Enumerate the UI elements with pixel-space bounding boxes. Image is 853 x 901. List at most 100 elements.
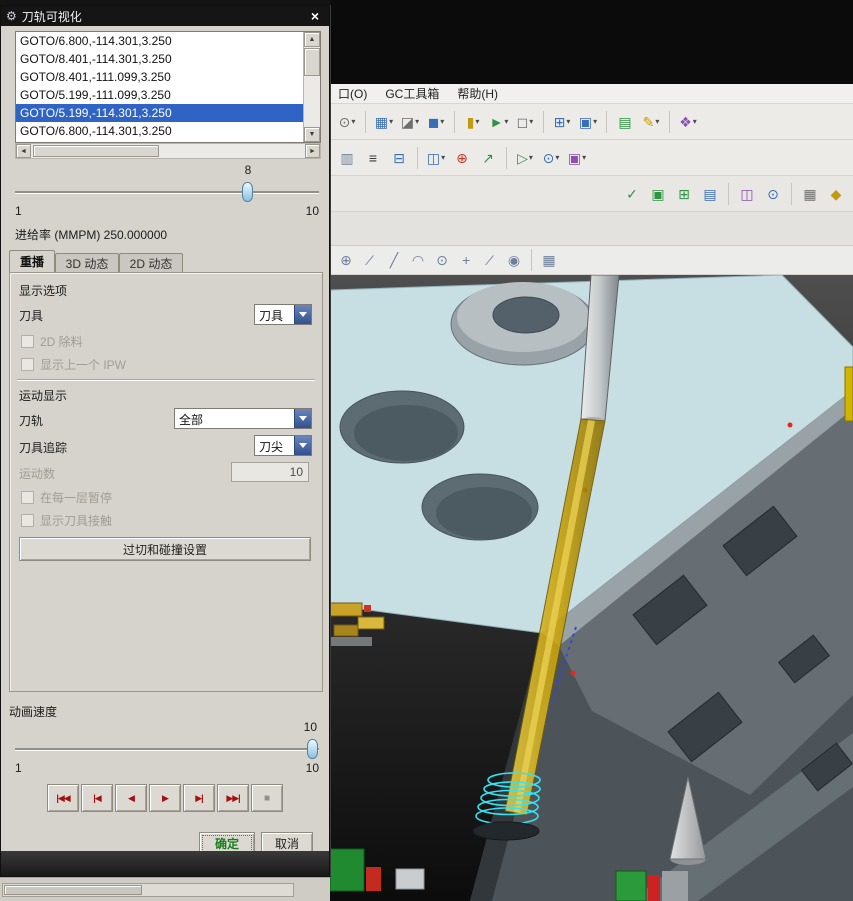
scrollbar-thumb[interactable]: [33, 145, 159, 157]
horizontal-scrollbar[interactable]: [2, 883, 294, 897]
tool-label: 刀具: [19, 309, 44, 323]
scroll-left-icon[interactable]: ◄: [16, 144, 31, 158]
play-backward-button[interactable]: ◀: [115, 784, 147, 812]
goto-list[interactable]: GOTO/6.800,-114.301,3.250 GOTO/8.401,-11…: [15, 31, 321, 143]
diagonal-icon[interactable]: ∕: [479, 249, 501, 271]
list-view-icon[interactable]: ≡: [361, 146, 385, 170]
vector-arrow-icon[interactable]: ► ▾: [487, 110, 511, 134]
close-icon[interactable]: ×: [306, 8, 324, 24]
menu-gc-toolbox[interactable]: GC工具箱: [385, 85, 439, 102]
progress-min-label: 1: [15, 204, 22, 218]
scroll-right-icon[interactable]: ►: [305, 144, 320, 158]
step-forward-button[interactable]: ▶|: [183, 784, 215, 812]
tab-3d-dynamic[interactable]: 3D 动态: [55, 253, 119, 272]
plus-icon[interactable]: +: [455, 249, 477, 271]
list-item[interactable]: GOTO/8.401,-114.301,3.250: [16, 50, 303, 68]
tab-2d-dynamic[interactable]: 2D 动态: [119, 253, 183, 272]
point-snap-icon[interactable]: ⊕: [335, 249, 357, 271]
tab-replay[interactable]: 重播: [9, 250, 55, 272]
frame-icon[interactable]: ▣ ▾: [565, 146, 589, 170]
menu-help[interactable]: 帮助(H): [457, 85, 498, 102]
toolpath-dropdown[interactable]: 全部: [174, 408, 312, 429]
slider-thumb[interactable]: [242, 182, 253, 202]
list-item-selected[interactable]: GOTO/5.199,-114.301,3.250: [16, 104, 303, 122]
chevron-down-icon[interactable]: [294, 305, 311, 324]
split-window-icon[interactable]: ◫ ▾: [424, 146, 448, 170]
progress-max-label: 10: [305, 204, 319, 218]
3d-viewport[interactable]: [329, 274, 853, 901]
list-item[interactable]: GOTO/6.800,-114.301,3.250: [16, 122, 303, 140]
pane-icon[interactable]: ◫: [735, 182, 759, 206]
slanted-line-icon[interactable]: ╱: [383, 249, 405, 271]
annotation-icon[interactable]: ✎ ▾: [639, 110, 663, 134]
menu-window[interactable]: 口(O): [338, 85, 367, 102]
animation-speed-slider[interactable]: [15, 739, 319, 759]
gem-icon[interactable]: ◆: [824, 182, 848, 206]
wcs-icon[interactable]: ❖ ▾: [676, 110, 700, 134]
toolbar-separator: [365, 110, 366, 133]
target-circle-icon[interactable]: ⊙ ▾: [539, 146, 563, 170]
progress-slider[interactable]: [15, 182, 319, 202]
line-icon[interactable]: ∕: [359, 249, 381, 271]
animation-speed-title: 动画速度: [9, 705, 58, 719]
stop-button[interactable]: ■: [251, 784, 283, 812]
datum-plane-icon[interactable]: ▮ ▾: [461, 110, 485, 134]
slider-track[interactable]: [15, 191, 319, 194]
scroll-down-icon[interactable]: ▼: [304, 127, 320, 142]
circle-point-icon[interactable]: ⊙: [431, 249, 453, 271]
table-icon[interactable]: ▤: [613, 110, 637, 134]
pattern-icon[interactable]: ▣ ▾: [576, 110, 600, 134]
list-vertical-scrollbar[interactable]: ▲ ▼: [303, 32, 320, 142]
gouge-collision-settings-button[interactable]: 过切和碰撞设置: [19, 537, 311, 561]
skip-to-start-button[interactable]: |◀◀: [47, 784, 79, 812]
tool-trace-dropdown[interactable]: 刀尖: [254, 435, 312, 456]
grid-icon[interactable]: ▦: [798, 182, 822, 206]
slider-track[interactable]: [15, 748, 319, 751]
list-horizontal-scrollbar[interactable]: ◄ ►: [15, 143, 321, 159]
toolpath-label: 刀轨: [19, 414, 44, 428]
probe-icon[interactable]: ⊙: [761, 182, 785, 206]
bottom-scroll-strip: [0, 877, 330, 901]
move-object-icon[interactable]: ⊞ ▾: [550, 110, 574, 134]
trend-arrow-icon[interactable]: ↗: [476, 146, 500, 170]
step-to-start-button[interactable]: |◀: [81, 784, 113, 812]
section-icon[interactable]: ⊟: [387, 146, 411, 170]
dialog-titlebar[interactable]: ⚙ 刀轨可视化 ×: [1, 6, 329, 26]
concentric-circle-icon[interactable]: ◉: [503, 249, 525, 271]
play-forward-button[interactable]: ▶: [149, 784, 181, 812]
list-item[interactable]: GOTO/5.199,-111.099,3.250: [16, 86, 303, 104]
toolbar-separator: [791, 182, 792, 205]
display-options-title: 显示选项: [19, 284, 68, 298]
scroll-up-icon[interactable]: ▲: [304, 32, 320, 47]
chevron-down-icon[interactable]: [294, 436, 311, 455]
erase-icon[interactable]: ◪ ▾: [398, 110, 422, 134]
cascade-view-icon[interactable]: ▥: [335, 146, 359, 170]
chevron-down-icon[interactable]: [294, 409, 311, 428]
add-block-icon[interactable]: ⊞: [672, 182, 696, 206]
toolpath-value: 全部: [179, 413, 204, 427]
workpiece-icon[interactable]: ▣: [646, 182, 670, 206]
list-item[interactable]: GOTO/6.800,-114.301,3.250: [16, 32, 303, 50]
snap-grid-icon[interactable]: ▦ ▾: [372, 110, 396, 134]
skip-to-end-icon: ▶▶|: [226, 792, 240, 803]
verify-check-icon[interactable]: ✓: [620, 182, 644, 206]
sheet-icon[interactable]: ▤: [698, 182, 722, 206]
solid-cube-icon[interactable]: ◼ ▾: [424, 110, 448, 134]
speed-max-label: 10: [305, 761, 319, 775]
scrollbar-thumb[interactable]: [4, 885, 142, 895]
skip-to-end-button[interactable]: ▶▶|: [217, 784, 249, 812]
checkbox-show-tool-contact: 显示刀具接触: [21, 512, 112, 529]
blank-view-icon[interactable]: ◻ ▾: [513, 110, 537, 134]
scrollbar-thumb[interactable]: [304, 48, 320, 76]
mesh-icon[interactable]: ▦: [538, 249, 560, 271]
point-icon[interactable]: ⊕: [450, 146, 474, 170]
tool-display-dropdown[interactable]: 刀具: [254, 304, 312, 325]
motion-count-label: 运动数: [19, 467, 56, 481]
play-forward-icon: ▶: [162, 792, 169, 803]
play-next-icon[interactable]: ▷ ▾: [513, 146, 537, 170]
zoom-icon[interactable]: ⊙ ▾: [335, 110, 359, 134]
list-item[interactable]: GOTO/8.401,-111.099,3.250: [16, 68, 303, 86]
arc-icon[interactable]: ◠: [407, 249, 429, 271]
toolbar-separator: [531, 249, 532, 271]
slider-thumb[interactable]: [307, 739, 318, 759]
